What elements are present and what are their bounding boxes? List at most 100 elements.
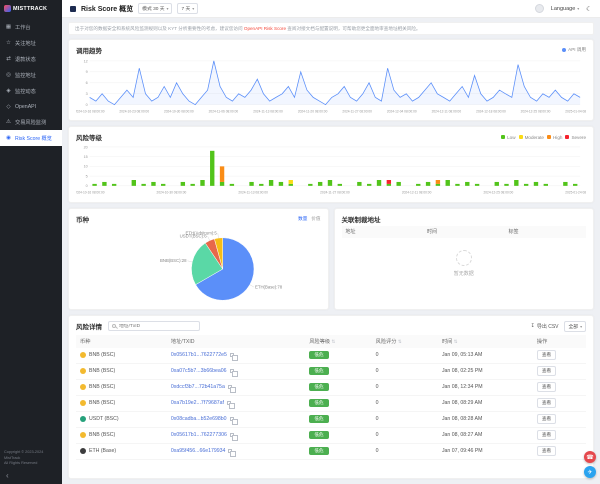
risk-score-value: 0	[372, 427, 438, 443]
legend-swatch-icon	[547, 135, 551, 139]
view-button[interactable]: 查看	[537, 430, 556, 440]
sidebar-item-1[interactable]: ☆关注地址	[0, 35, 62, 51]
view-button[interactable]: 查看	[537, 350, 556, 360]
risk-score-value: 0	[372, 411, 438, 427]
sidebar-item-5[interactable]: ◇OpenAPI	[0, 99, 62, 114]
banner-text-after: 查阅对接文档与配置说明，可帮助您更全面地审查地址相关风险。	[286, 26, 421, 31]
svg-text:2024-10-30 08:00:00: 2024-10-30 08:00:00	[157, 191, 187, 195]
sidebar-item-label: 关注地址	[15, 40, 36, 47]
copy-icon[interactable]	[230, 353, 234, 357]
address-link[interactable]: 0xdccf3b7...72b41a75a	[171, 384, 225, 390]
sidebar-item-3[interactable]: ◎监控地址	[0, 67, 62, 83]
svg-text:2024-10-30 08:00:00: 2024-10-30 08:00:00	[164, 109, 194, 113]
address-link[interactable]: 0x08cadba...b52e698b0	[171, 416, 227, 422]
logo[interactable]: MISTTRACK	[0, 0, 62, 19]
table-row: ETH (Base)0xa95f456...66e179934低危0Jan 07…	[76, 443, 586, 459]
address-link[interactable]: 0xa95f456...66e179934	[171, 448, 226, 454]
risk-detail-card: 风险详情 ↧ 导出 CSV 全部 ▾ 币种地址/TXID风险等级	[68, 315, 594, 479]
address-link[interactable]: 0x05617b1...7622772e5	[171, 352, 227, 358]
copy-icon[interactable]	[227, 401, 231, 405]
dark-mode-toggle-icon[interactable]: ☾	[586, 5, 592, 13]
currency-title: 币种	[76, 214, 89, 224]
coin-icon	[80, 384, 86, 390]
copy-icon[interactable]	[230, 433, 234, 437]
copy-icon[interactable]	[230, 417, 234, 421]
currency-toggle: 数量 价值	[298, 216, 320, 222]
chevron-down-icon: ▾	[167, 6, 169, 11]
view-button[interactable]: 查看	[537, 382, 556, 392]
sidebar-item-0[interactable]: ▦工作台	[0, 19, 62, 35]
view-button[interactable]: 查看	[537, 398, 556, 408]
coin-icon	[80, 368, 86, 374]
sidebar-item-7[interactable]: ◉Risk Score 概览	[0, 130, 62, 146]
svg-text:2024-10-16 08:00:00: 2024-10-16 08:00:00	[76, 109, 105, 113]
copy-icon[interactable]	[230, 369, 234, 373]
view-button[interactable]: 查看	[537, 446, 556, 456]
legend-high[interactable]: High	[547, 135, 562, 140]
legend-swatch-icon	[565, 135, 569, 139]
legend-low[interactable]: Low	[501, 135, 515, 140]
address-link[interactable]: 0xa07c5b7...3b66bea06	[171, 368, 227, 374]
api-call-legend[interactable]: API 调用	[562, 47, 586, 53]
view-button[interactable]: 查看	[537, 414, 556, 424]
openapi-icon: ◇	[5, 104, 12, 110]
top-bar: Risk Score 概览 模式 30 天 ▾ 7 天 ▾ Language ▾…	[62, 0, 600, 18]
risk-level-title: 风险等级	[76, 132, 102, 142]
svg-text:15: 15	[84, 155, 88, 159]
avatar[interactable]	[535, 4, 544, 13]
sanctioned-column-header: 标签	[505, 226, 587, 238]
copy-icon[interactable]	[228, 385, 232, 389]
risk-column-header: 操作	[533, 335, 586, 348]
sort-icon[interactable]: ⇅	[454, 339, 458, 344]
range-select[interactable]: 7 天 ▾	[177, 3, 198, 14]
legend-severe[interactable]: Severe	[565, 135, 586, 140]
coin-icon	[80, 432, 86, 438]
logo-text: MISTTRACK	[13, 6, 47, 12]
risk-column-header[interactable]: 风险等级 ⇅	[305, 335, 371, 348]
svg-text:2024-12-04 08:00:00: 2024-12-04 08:00:00	[387, 109, 417, 113]
svg-text:2024-11-27 08:00:00: 2024-11-27 08:00:00	[320, 191, 350, 195]
risk-column-header: 币种	[76, 335, 167, 348]
sidebar-item-6[interactable]: ⚠交易风险监测	[0, 114, 62, 130]
filter-select[interactable]: 全部 ▾	[564, 321, 586, 332]
workbench-icon: ▦	[5, 24, 12, 30]
risk-column-header[interactable]: 风险评分 ⇅	[372, 335, 438, 348]
support-button[interactable]: ☎	[584, 451, 596, 463]
risk-level-badge: 低危	[309, 367, 328, 375]
chevron-down-icon: ▾	[192, 6, 194, 11]
toggle-value[interactable]: 价值	[311, 216, 320, 222]
svg-text:10: 10	[84, 165, 88, 169]
copy-icon[interactable]	[228, 449, 232, 453]
sort-icon[interactable]: ⇅	[398, 339, 402, 344]
language-select[interactable]: Language ▾	[551, 6, 579, 12]
sanctioned-card: 关联制裁地址 地址时间标签 暂无数据	[334, 208, 595, 310]
export-csv-button[interactable]: ↧ 导出 CSV	[531, 323, 559, 330]
sanctioned-title: 关联制裁地址	[342, 214, 381, 224]
risk-column-header[interactable]: 时间 ⇅	[438, 335, 533, 348]
info-banner: 出于对您的数据安全和系统风险监测规则以及 KYT 分析重要性的考虑，建议您访问 …	[68, 22, 594, 35]
search-input[interactable]	[119, 324, 196, 329]
sidebar-item-label: OpenAPI	[15, 104, 36, 110]
sort-icon[interactable]: ⇅	[332, 339, 336, 344]
legend-moderate[interactable]: Moderate	[519, 135, 544, 140]
toggle-quantity[interactable]: 数量	[298, 216, 307, 222]
risk-score-value: 0	[372, 363, 438, 379]
address-link[interactable]: 0xa7b19e2...7f79687af	[171, 400, 224, 406]
risk-level-badge: 低危	[309, 399, 328, 407]
sidebar-collapse-button[interactable]: ‹	[0, 469, 62, 484]
openapi-risk-score-link[interactable]: OpenAPI Risk Score	[244, 26, 286, 31]
mode-select[interactable]: 模式 30 天 ▾	[138, 3, 172, 14]
svg-text:5: 5	[86, 175, 88, 179]
sidebar-item-2[interactable]: ⇄退款状态	[0, 51, 62, 67]
table-row: BNB (BSC)0x05617b1...762277306低危0Jan 08,…	[76, 427, 586, 443]
svg-text:BNB(BSC):28: BNB(BSC):28	[160, 258, 187, 263]
address-link[interactable]: 0x05617b1...762277306	[171, 432, 227, 438]
view-button[interactable]: 查看	[537, 366, 556, 376]
table-row: BNB (BSC)0xa07c5b7...3b66bea06低危0Jan 08,…	[76, 363, 586, 379]
row-time: Jan 09, 05:13 AM	[438, 348, 533, 364]
sidebar-item-4[interactable]: ◈监控动态	[0, 83, 62, 99]
coin-cell: BNB (BSC)	[80, 432, 163, 438]
telegram-button[interactable]: ✈	[584, 466, 596, 478]
search-icon	[112, 324, 116, 328]
risk-detail-title: 风险详情	[76, 321, 102, 331]
